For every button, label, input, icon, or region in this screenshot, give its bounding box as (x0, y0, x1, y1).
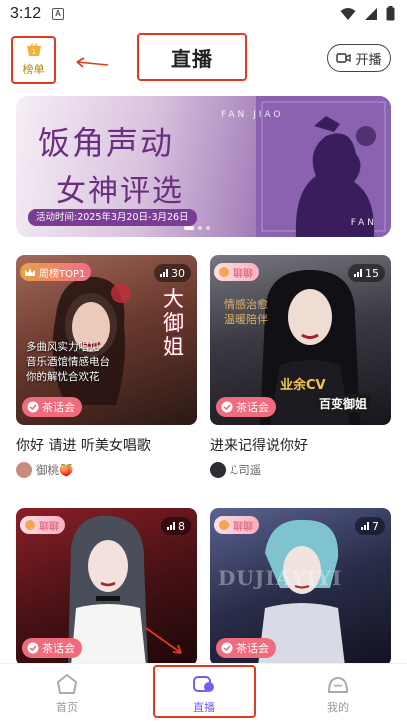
wave-hand-icon (219, 520, 229, 530)
viewer-count-value: 15 (365, 266, 379, 280)
banner-brand-bottom: FAN (350, 218, 377, 228)
battery-icon (386, 6, 395, 21)
category-badge: 聊聊 (20, 516, 65, 534)
room-title: 你好 请进 听美女唱歌 (16, 438, 151, 454)
category-badge: 聊聊 (214, 516, 259, 534)
signal-bars-icon (354, 269, 362, 277)
viewer-count-value: 7 (372, 519, 379, 533)
nav-annotation-box (153, 665, 256, 718)
home-icon (57, 674, 77, 694)
host-info: ℒ司遥 (210, 462, 391, 478)
room-tag: 茶话会 (216, 397, 276, 417)
room-tag-label: 茶话会 (236, 642, 269, 655)
poster-line: 你的解忧合欢花 (26, 371, 100, 383)
room-cover-image: 情感治愈 温暖陪伴 业余CV 百变御姐 聊聊 15 茶话会 (210, 255, 391, 425)
avatar (210, 462, 226, 478)
banner-title-line1: 饭角声动 (38, 124, 175, 162)
nav-item-home[interactable]: 首页 (27, 672, 107, 715)
room-cover-image: 8 聊聊 茶话会 (16, 508, 197, 666)
crown-icon (25, 267, 35, 276)
category-badge: 聊聊 (214, 263, 259, 281)
category-badge-label: 聊聊 (39, 521, 59, 533)
signal-bars-icon (167, 522, 175, 530)
room-tag-label: 茶话会 (236, 401, 269, 414)
svg-text:1: 1 (31, 48, 35, 56)
banner-brand-top: FAN JIAO (221, 110, 284, 120)
signal-icon (365, 7, 377, 20)
tag-icon (221, 401, 233, 413)
category-badge-label: 聊聊 (233, 521, 253, 533)
banner-title-line2: 女神评选 (56, 174, 184, 209)
rank-button[interactable]: 1 榜单 (11, 36, 56, 84)
viewer-count-value: 8 (178, 519, 185, 533)
poster-line: 情感治愈 (224, 298, 268, 311)
wifi-icon (340, 7, 356, 20)
signal-bars-icon (361, 522, 369, 530)
poster-line: 音乐酒馆情感电台 (26, 356, 110, 368)
tag-icon (221, 642, 233, 654)
page-title: 直播 (171, 46, 213, 71)
start-live-button[interactable]: 开播 (327, 44, 391, 72)
wave-hand-icon (219, 267, 229, 277)
room-tag: 茶话会 (22, 638, 82, 658)
live-room-card[interactable]: 多曲风实力唱见 音乐酒馆情感电台 你的解忧合欢花 大御姐 周榜TOP1 30 茶… (16, 255, 197, 478)
room-title: 进来记得说你好 (210, 438, 308, 454)
poster-line: 多曲风实力唱见 (26, 341, 100, 353)
nav-label-home: 首页 (56, 701, 78, 714)
trophy-icon: 1 (26, 43, 41, 56)
room-cover-image: DUJIAYIYI 聊聊 7 茶话会 (210, 508, 391, 666)
viewer-count: 30 (154, 264, 191, 282)
nav-label-profile: 我的 (327, 701, 349, 714)
room-tag-label: 茶话会 (42, 642, 75, 655)
poster-overlay-text: DUJIAYIYI (218, 566, 343, 590)
page-title-annotation: 直播 (137, 33, 247, 81)
viewer-count: 15 (348, 264, 385, 282)
status-bar: 3:12 A (0, 0, 407, 28)
banner-date: 活动时间:2025年3月20日-3月26日 (28, 209, 197, 226)
avatar (16, 462, 32, 478)
rank-badge: 周榜TOP1 (20, 263, 92, 281)
room-tag: 茶话会 (22, 397, 82, 417)
profile-icon (327, 676, 349, 693)
status-time: 3:12 (10, 5, 42, 22)
poster-overlay-text-2: 百变御姐 (315, 394, 372, 413)
host-name: 御桃🍑 (36, 463, 74, 477)
tag-icon (27, 401, 39, 413)
poster-text: 多曲风实力唱见 音乐酒馆情感电台 你的解忧合欢花 (26, 340, 110, 385)
viewer-count: 8 (161, 517, 191, 535)
banner-pagination (184, 226, 210, 230)
poster-overlay-text: 业余CV (280, 378, 326, 393)
notification-icon: A (52, 8, 64, 20)
tag-icon (27, 642, 39, 654)
nav-item-profile[interactable]: 我的 (298, 672, 378, 715)
poster-overlay-text: 大御姐 (163, 287, 184, 359)
viewer-count-value: 30 (171, 266, 185, 280)
signal-bars-icon (160, 269, 168, 277)
viewer-count: 7 (355, 517, 385, 535)
category-badge-label: 聊聊 (233, 268, 253, 280)
host-info: 御桃🍑 (16, 462, 197, 478)
host-name: ℒ司遥 (230, 463, 262, 477)
live-room-card[interactable]: 情感治愈 温暖陪伴 业余CV 百变御姐 聊聊 15 茶话会 进来记得说你好 ℒ司… (210, 255, 391, 478)
event-banner[interactable]: FAN JIAO 饭角声动 女神评选 活动时间:2025年3月20日-3月26日… (16, 96, 391, 237)
rank-badge-label: 周榜TOP1 (39, 268, 86, 280)
start-live-label: 开播 (355, 52, 382, 68)
status-icons (340, 6, 395, 21)
room-tag: 茶话会 (216, 638, 276, 658)
room-tag-label: 茶话会 (42, 401, 75, 414)
poster-text: 情感治愈 温暖陪伴 (224, 297, 268, 327)
live-room-card[interactable]: 8 聊聊 茶话会 (16, 508, 197, 666)
live-room-card[interactable]: DUJIAYIYI 聊聊 7 茶话会 (210, 508, 391, 666)
poster-line: 温暖陪伴 (224, 313, 268, 326)
wave-hand-icon (25, 520, 35, 530)
camera-icon (336, 53, 352, 63)
annotation-arrow-icon (76, 57, 109, 68)
rank-label: 榜单 (22, 63, 45, 76)
room-cover-image: 多曲风实力唱见 音乐酒馆情感电台 你的解忧合欢花 大御姐 周榜TOP1 30 茶… (16, 255, 197, 425)
